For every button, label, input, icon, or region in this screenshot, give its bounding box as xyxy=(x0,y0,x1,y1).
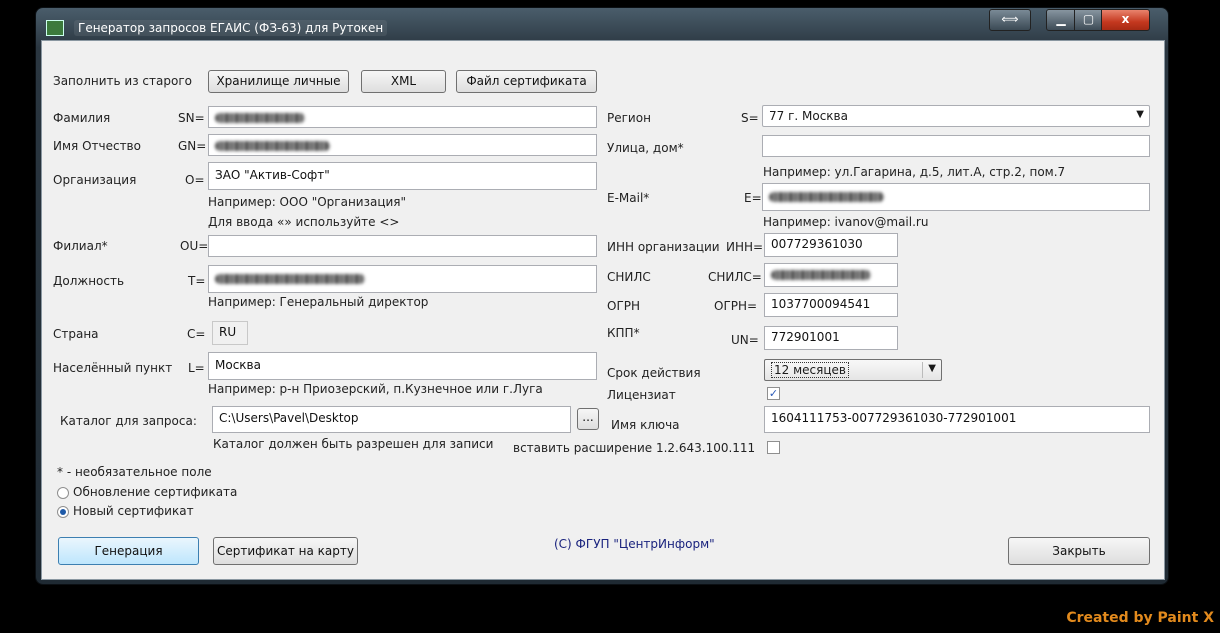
region-select[interactable]: 77 г. Москва ▼ xyxy=(762,105,1150,127)
radio-new-cert[interactable] xyxy=(57,506,69,518)
kpp-label: КПП* xyxy=(607,326,640,340)
minimize-button[interactable]: ▁ xyxy=(1046,9,1076,31)
surname-input[interactable] xyxy=(208,106,597,128)
copyright-text: (С) ФГУП "ЦентрИнформ" xyxy=(554,537,715,551)
validity-select[interactable]: 12 месяцев ▼ xyxy=(764,359,942,381)
region-label: Регион xyxy=(607,111,651,125)
radio-new-cert-label: Новый сертификат xyxy=(73,504,194,518)
branch-label: Филиал* xyxy=(53,239,108,253)
street-input[interactable] xyxy=(762,135,1150,157)
cert-to-card-button[interactable]: Сертификат на карту xyxy=(213,537,358,565)
app-icon xyxy=(46,20,64,36)
chevron-down-icon: ▼ xyxy=(1136,109,1144,120)
name-input[interactable] xyxy=(208,134,597,156)
locality-hint: Например: р-н Приозерский, п.Кузнечное и… xyxy=(208,382,543,396)
redacted-text xyxy=(215,140,330,151)
optional-note: * - необязательное поле xyxy=(57,465,212,479)
locality-input[interactable]: Москва xyxy=(208,352,597,380)
position-code: T= xyxy=(188,274,206,288)
kpp-input[interactable]: 772901001 xyxy=(764,326,898,350)
email-input[interactable] xyxy=(762,183,1150,211)
position-input[interactable] xyxy=(208,265,597,293)
org-hint-quotes: Для ввода «» используйте <> xyxy=(208,215,400,229)
redacted-text xyxy=(769,191,884,202)
window-title: Генератор запросов ЕГАИС (ФЗ-63) для Рут… xyxy=(74,20,388,36)
close-window-button[interactable]: x xyxy=(1101,9,1150,31)
position-label: Должность xyxy=(53,274,125,288)
form-panel: Заполнить из старого Хранилище личные XM… xyxy=(41,40,1165,580)
org-label: Организация xyxy=(53,173,137,187)
licensee-checkbox[interactable]: ✓ xyxy=(767,387,780,400)
position-hint: Например: Генеральный директор xyxy=(208,295,429,309)
street-label: Улица, дом* xyxy=(607,141,684,155)
country-label: Страна xyxy=(53,327,99,341)
app-window: Генератор запросов ЕГАИС (ФЗ-63) для Рут… xyxy=(36,8,1168,584)
name-code: GN= xyxy=(178,139,207,153)
extension-label: вставить расширение 1.2.643.100.111 xyxy=(513,441,756,455)
ogrn-input[interactable]: 1037700094541 xyxy=(764,293,898,317)
email-label: E-Mail* xyxy=(607,191,650,205)
inn-code: ИНН= xyxy=(726,240,764,254)
catalog-hint: Каталог должен быть разрешен для записи xyxy=(213,437,494,451)
chevron-down-icon: ▼ xyxy=(928,363,936,374)
country-code: C= xyxy=(187,327,206,341)
generate-button[interactable]: Генерация xyxy=(58,537,199,565)
country-input[interactable]: RU xyxy=(212,321,248,345)
personal-store-button[interactable]: Хранилище личные xyxy=(208,70,349,93)
name-label: Имя Отчество xyxy=(53,139,141,153)
catalog-input[interactable]: C:\Users\Pavel\Desktop xyxy=(212,406,571,433)
maximize-button[interactable]: ▢ xyxy=(1074,9,1103,31)
catalog-label: Каталог для запроса: xyxy=(60,414,197,428)
snils-code: СНИЛС= xyxy=(708,270,762,284)
locality-code: L= xyxy=(188,361,205,375)
branch-code: OU= xyxy=(180,239,209,253)
ogrn-label: ОГРН xyxy=(607,299,641,313)
org-input[interactable]: ЗАО "Актив-Софт" xyxy=(208,162,597,190)
email-hint: Например: ivanov@mail.ru xyxy=(763,215,929,229)
browse-button[interactable]: ... xyxy=(577,408,599,430)
licensee-label: Лицензиат xyxy=(607,388,676,402)
region-code: S= xyxy=(741,111,759,125)
validity-label: Срок действия xyxy=(607,366,701,380)
inn-label: ИНН организации xyxy=(607,240,720,254)
surname-code: SN= xyxy=(178,111,205,125)
xml-button[interactable]: XML xyxy=(361,70,446,93)
street-hint: Например: ул.Гагарина, д.5, лит.А, стр.2… xyxy=(763,165,1066,179)
fill-from-old-label: Заполнить из старого xyxy=(53,74,192,88)
org-hint: Например: ООО "Организация" xyxy=(208,195,407,209)
key-name-label: Имя ключа xyxy=(611,418,680,432)
redacted-text xyxy=(215,112,305,123)
redacted-text xyxy=(771,269,871,280)
snils-input[interactable] xyxy=(764,263,898,287)
branch-input[interactable] xyxy=(208,235,597,257)
redacted-text xyxy=(215,273,365,284)
radio-update-cert-label: Обновление сертификата xyxy=(73,485,238,499)
close-button[interactable]: Закрыть xyxy=(1008,537,1150,565)
ogrn-code: ОГРН= xyxy=(714,299,758,313)
locality-label: Населённый пункт xyxy=(53,361,173,375)
email-code: E= xyxy=(744,191,762,205)
org-code: O= xyxy=(185,173,205,187)
radio-update-cert[interactable] xyxy=(57,487,69,499)
surname-label: Фамилия xyxy=(53,111,111,125)
kpp-code: UN= xyxy=(731,333,759,347)
certificate-file-button[interactable]: Файл сертификата xyxy=(456,70,597,93)
extension-checkbox[interactable] xyxy=(767,441,780,454)
resize-arrows-icon[interactable]: ⟺ xyxy=(989,9,1031,31)
snils-label: СНИЛС xyxy=(607,270,651,284)
inn-input[interactable]: 007729361030 xyxy=(764,233,898,257)
watermark: Created by Paint X xyxy=(1066,610,1214,626)
key-name-input[interactable]: 1604111753-007729361030-772901001 xyxy=(764,406,1150,433)
